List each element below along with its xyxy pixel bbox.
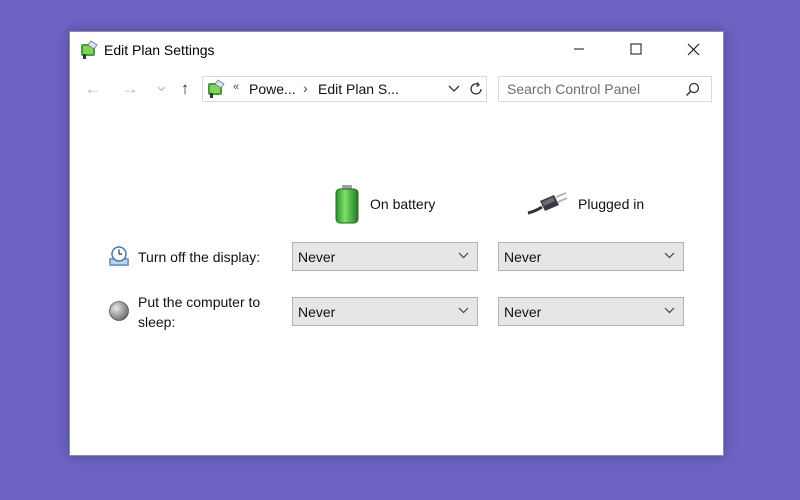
close-button[interactable] — [670, 32, 716, 66]
window-title: Edit Plan Settings — [104, 42, 215, 58]
sleep-label-line-1: Put the computer to — [138, 294, 261, 310]
back-button[interactable]: ← — [82, 78, 104, 100]
sleep-plugged-in-dropdown[interactable]: Never — [498, 297, 684, 326]
search-input[interactable] — [507, 80, 682, 98]
chevron-down-icon — [458, 307, 469, 314]
refresh-icon[interactable] — [468, 81, 484, 97]
dropdown-value: Never — [298, 304, 336, 320]
search-box[interactable] — [498, 76, 712, 102]
on-battery-header: On battery — [334, 182, 435, 226]
maximize-button[interactable] — [613, 32, 659, 66]
battery-icon — [335, 185, 359, 224]
chevron-down-icon — [664, 307, 675, 314]
up-button[interactable]: ↑ — [174, 78, 196, 100]
navigation-bar: ← → ↑ « Powe... › Edit Plan S... — [70, 74, 723, 104]
hidden-breadcrumbs-chevron[interactable]: « — [233, 81, 239, 93]
address-dropdown-icon[interactable] — [448, 82, 460, 96]
minimize-button[interactable] — [556, 32, 602, 66]
display-plugged-in-dropdown[interactable]: Never — [498, 242, 684, 271]
breadcrumb-power-options[interactable]: Powe... — [249, 81, 296, 97]
arrow-up-icon: ↑ — [180, 79, 190, 98]
dropdown-value: Never — [298, 249, 336, 265]
sleep-on-battery-dropdown[interactable]: Never — [292, 297, 478, 326]
breadcrumb-edit-plan-settings[interactable]: Edit Plan S... — [318, 81, 399, 97]
edit-plan-settings-window: Edit Plan Settings ← → ↑ « Powe... › Edi… — [69, 31, 724, 456]
power-options-icon — [81, 40, 98, 59]
maximize-icon — [630, 43, 642, 55]
chevron-down-icon — [157, 86, 165, 92]
search-icon[interactable] — [685, 82, 700, 97]
title-bar: Edit Plan Settings — [70, 32, 723, 68]
arrow-left-icon: ← — [84, 79, 102, 98]
display-on-battery-dropdown[interactable]: Never — [292, 242, 478, 271]
address-bar[interactable]: « Powe... › Edit Plan S... — [202, 76, 487, 102]
recent-locations-button[interactable] — [154, 78, 168, 100]
display-timer-icon — [109, 246, 129, 266]
sleep-moon-icon — [109, 301, 129, 321]
dropdown-value: Never — [504, 249, 542, 265]
plugged-in-header: Plugged in — [526, 182, 644, 226]
minimize-icon — [574, 48, 584, 50]
arrow-right-icon: → — [121, 79, 139, 98]
close-icon — [687, 43, 699, 55]
turn-off-display-label: Turn off the display: — [138, 249, 261, 265]
dropdown-value: Never — [504, 304, 542, 320]
on-battery-label: On battery — [370, 196, 436, 212]
breadcrumb-separator[interactable]: › — [303, 80, 308, 96]
chevron-down-icon — [664, 252, 675, 259]
forward-button[interactable]: → — [119, 78, 141, 100]
chevron-down-icon — [458, 252, 469, 259]
sleep-label-line-2: sleep: — [138, 314, 176, 330]
power-plug-icon — [527, 192, 568, 215]
plugged-in-label: Plugged in — [578, 196, 645, 212]
power-options-icon — [208, 79, 225, 98]
